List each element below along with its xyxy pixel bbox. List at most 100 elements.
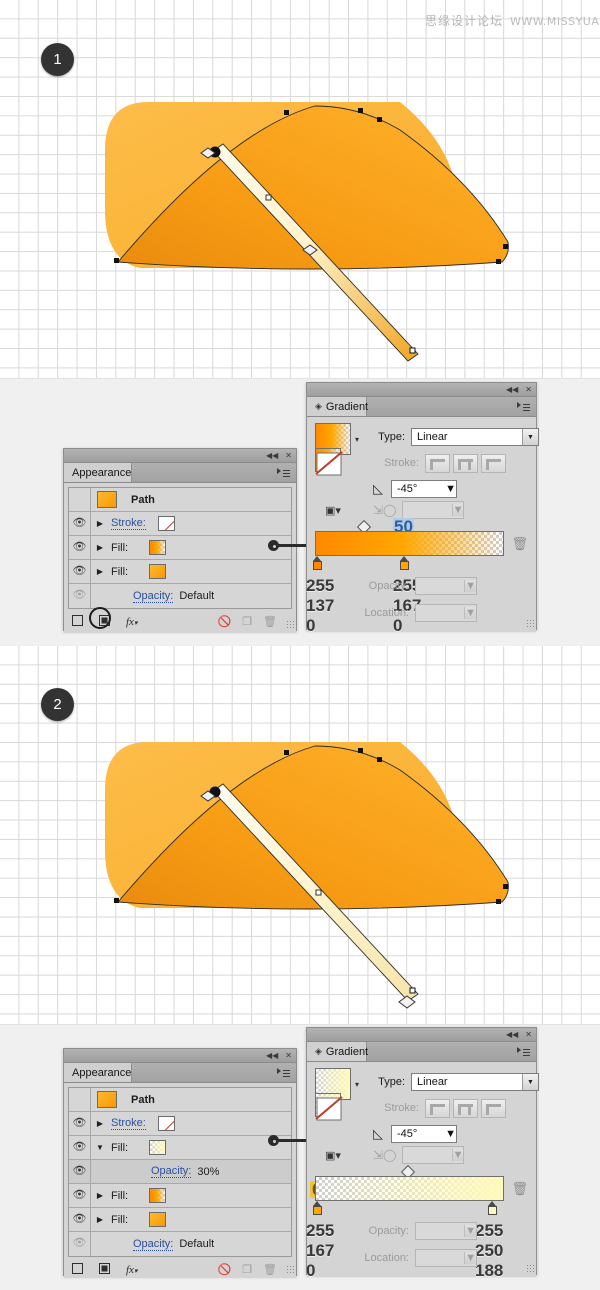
resize-grip[interactable]: [286, 620, 294, 628]
expand-arrow-fill-gradient[interactable]: ▶: [91, 543, 109, 552]
gradient-stop-start[interactable]: [313, 1201, 322, 1215]
gradient-panel-2[interactable]: ◀◀ ✕ ◈ Gradient ▾ Type: Linear ▼ Stroke:…: [306, 1027, 540, 1279]
panel-menu-icon[interactable]: [277, 468, 290, 479]
delete-item-icon[interactable]: 🗑: [263, 615, 277, 628]
gradient-type-select[interactable]: Linear ▼: [411, 428, 540, 446]
gradient-location-field[interactable]: ▼: [415, 604, 477, 622]
chevron-down-icon[interactable]: ▼: [451, 504, 464, 516]
appearance-panel-1[interactable]: ◀◀ ✕ Appearance Path 👁 ▶ Stroke: 👁 ▶ Fil…: [63, 448, 297, 633]
stroke-within-button[interactable]: [425, 1098, 450, 1118]
new-stroke-icon[interactable]: [72, 614, 83, 629]
visibility-toggle-fill-solid[interactable]: 👁: [69, 560, 91, 583]
gradient-opacity-field[interactable]: ▼: [415, 1222, 477, 1240]
close-icon[interactable]: ✕: [285, 450, 292, 461]
titlebar-buttons[interactable]: ◀◀ ✕: [266, 1050, 292, 1061]
path-thumbnail-swatch[interactable]: [97, 491, 117, 508]
panel-tab-row[interactable]: Appearance: [64, 463, 296, 483]
chevron-down-icon[interactable]: ▼: [445, 483, 456, 495]
stroke-along-button[interactable]: [453, 453, 478, 473]
delete-stop-icon[interactable]: 🗑: [511, 1181, 528, 1197]
appearance-footer-toolbar[interactable]: fx▾ 🚫 ❐ 🗑: [68, 1260, 292, 1279]
visibility-toggle-stroke[interactable]: 👁: [69, 1112, 91, 1135]
visibility-toggle[interactable]: [69, 1088, 91, 1111]
titlebar-buttons[interactable]: ◀◀ ✕: [266, 450, 292, 461]
gradient-location-field[interactable]: ▼: [415, 1249, 477, 1267]
clear-appearance-icon[interactable]: 🚫: [217, 1263, 231, 1276]
visibility-toggle-fill-solid[interactable]: 👁: [69, 1208, 91, 1231]
collapse-icon[interactable]: ◀◀: [266, 1050, 278, 1061]
chevron-down-icon[interactable]: ▼: [464, 1225, 476, 1237]
fill-pale-gradient-swatch[interactable]: [149, 1140, 167, 1155]
row-label-opacity[interactable]: Opacity:: [133, 1238, 174, 1251]
stroke-across-button[interactable]: [481, 453, 506, 473]
stroke-none-swatch[interactable]: [157, 516, 175, 531]
close-icon[interactable]: ✕: [525, 1029, 532, 1040]
reverse-gradient-icon[interactable]: ▣▾: [325, 504, 341, 517]
gradient-stop-start[interactable]: [313, 556, 322, 570]
visibility-toggle-opacity[interactable]: 👁: [69, 584, 91, 608]
close-icon[interactable]: ✕: [525, 384, 532, 395]
stroke-within-button[interactable]: [425, 453, 450, 473]
expand-arrow-fill-solid[interactable]: ▶: [91, 567, 109, 576]
delete-stop-icon[interactable]: 🗑: [511, 536, 528, 552]
fill-solid-swatch[interactable]: [149, 1212, 167, 1227]
chevron-down-icon[interactable]: ▼: [522, 1074, 539, 1090]
fill-gradient-swatch[interactable]: [149, 1188, 167, 1203]
panel-tab-row[interactable]: ◈ Gradient: [307, 1042, 536, 1062]
appearance-row-fill-gradient[interactable]: 👁 ▶ Fill:: [69, 536, 291, 560]
chevron-down-icon[interactable]: ▼: [445, 1128, 456, 1140]
appearance-row-stroke[interactable]: 👁 ▶ Stroke:: [69, 1112, 291, 1136]
new-fill-icon[interactable]: [99, 1262, 110, 1277]
appearance-row-fill-solid[interactable]: 👁 ▶ Fill:: [69, 560, 291, 584]
reverse-gradient-icon[interactable]: ▣▾: [325, 1149, 341, 1162]
chevron-down-icon[interactable]: ▼: [451, 1149, 464, 1161]
appearance-row-fill-gradient[interactable]: 👁 ▶ Fill:: [69, 1184, 291, 1208]
appearance-row-fill-pale-gradient[interactable]: 👁 ▼ Fill:: [69, 1136, 291, 1160]
titlebar-buttons[interactable]: ◀◀ ✕: [506, 1029, 532, 1040]
gradient-angle-field[interactable]: -45° ▼: [391, 1125, 457, 1143]
appearance-list[interactable]: Path 👁 ▶ Stroke: 👁 ▼ Fill: 👁 Opacity: 30…: [68, 1087, 292, 1257]
gradient-slider-bar[interactable]: [315, 531, 505, 556]
chevron-down-icon[interactable]: ▼: [464, 580, 476, 592]
panel-menu-icon[interactable]: [517, 1047, 530, 1058]
resize-grip[interactable]: [286, 1265, 294, 1273]
panel-menu-icon[interactable]: [277, 1068, 290, 1079]
appearance-row-stroke[interactable]: 👁 ▶ Stroke:: [69, 512, 291, 536]
fx-icon[interactable]: fx▾: [126, 1264, 137, 1276]
collapse-icon[interactable]: ◀◀: [266, 450, 278, 461]
visibility-toggle-fill-gradient[interactable]: 👁: [69, 1184, 91, 1207]
titlebar-buttons[interactable]: ◀◀ ✕: [506, 384, 532, 395]
fill-solid-swatch[interactable]: [149, 564, 167, 579]
tab-gradient[interactable]: ◈ Gradient: [307, 397, 368, 416]
tab-appearance[interactable]: Appearance: [64, 463, 132, 482]
appearance-row-fill-opacity[interactable]: 👁 Opacity: 30%: [69, 1160, 291, 1184]
gradient-opacity-field[interactable]: ▼: [415, 577, 477, 595]
visibility-toggle-fill-gradient[interactable]: 👁: [69, 536, 91, 559]
fx-icon[interactable]: fx▾: [126, 616, 137, 628]
gradient-aspect-field[interactable]: ▼: [402, 1146, 465, 1164]
gradient-stop-end[interactable]: [400, 556, 409, 570]
chevron-down-icon[interactable]: ▼: [464, 607, 476, 619]
resize-grip[interactable]: [526, 1264, 534, 1272]
gradient-type-select[interactable]: Linear ▼: [411, 1073, 540, 1091]
expand-arrow-stroke[interactable]: ▶: [91, 1119, 109, 1128]
expand-arrow-fill-solid[interactable]: ▶: [91, 1215, 109, 1224]
stroke-none-swatch[interactable]: [157, 1116, 175, 1131]
row-label-stroke[interactable]: Stroke:: [111, 1117, 146, 1130]
expand-arrow-fill-gradient[interactable]: ▶: [91, 1191, 109, 1200]
tab-appearance[interactable]: Appearance: [64, 1063, 132, 1082]
new-stroke-icon[interactable]: [72, 1262, 83, 1277]
appearance-row-opacity[interactable]: 👁 Opacity: Default: [69, 584, 291, 608]
panel-tab-row[interactable]: ◈ Gradient: [307, 397, 536, 417]
resize-grip[interactable]: [526, 619, 534, 627]
appearance-row-fill-solid[interactable]: 👁 ▶ Fill:: [69, 1208, 291, 1232]
panel-menu-icon[interactable]: [517, 402, 530, 413]
clear-appearance-icon[interactable]: 🚫: [217, 615, 231, 628]
delete-item-icon[interactable]: 🗑: [263, 1263, 277, 1276]
close-icon[interactable]: ✕: [285, 1050, 292, 1061]
panel-tab-row[interactable]: Appearance: [64, 1063, 296, 1083]
visibility-toggle-opacity[interactable]: 👁: [69, 1232, 91, 1256]
collapse-icon[interactable]: ◀◀: [506, 384, 518, 395]
duplicate-item-icon[interactable]: ❐: [242, 1263, 252, 1276]
appearance-panel-2[interactable]: ◀◀ ✕ Appearance Path 👁 ▶ Stroke: 👁 ▼ Fil…: [63, 1048, 297, 1279]
